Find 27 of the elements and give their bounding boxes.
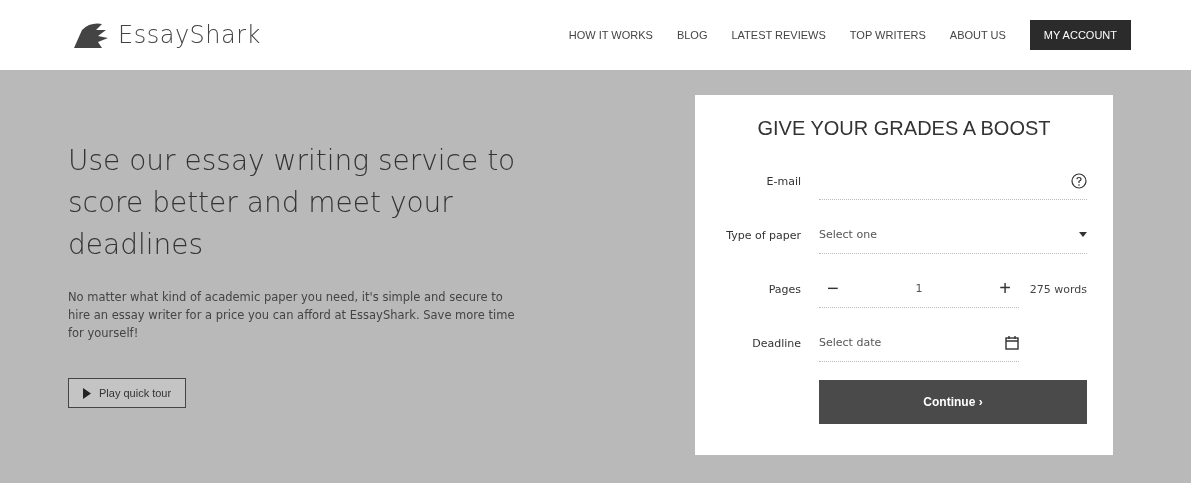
nav-link[interactable]: TOP WRITERS xyxy=(849,29,926,41)
word-count: 275 words xyxy=(1029,282,1087,296)
nav-link[interactable]: HOW IT WORKS xyxy=(568,29,653,41)
paper-type-label: Type of paper xyxy=(725,228,801,242)
play-icon xyxy=(83,387,91,399)
help-icon[interactable] xyxy=(1071,172,1087,189)
hero-heading: Use our essay writing service to score better and meet your deadlines xyxy=(68,143,517,263)
deadline-label: Deadline xyxy=(751,336,801,350)
hero-text: No matter what kind of academic paper you need, it's simple and secure to hire an essay writer for a price you can afford at EssayShark. Save more time for yourself! xyxy=(68,289,516,342)
nav-link[interactable]: ABOUT US xyxy=(949,29,1006,41)
calendar-icon xyxy=(1005,335,1019,350)
tour-button[interactable]: Play quick tour xyxy=(68,378,187,408)
shark-fin-icon xyxy=(72,22,110,48)
caret-icon xyxy=(1079,232,1087,237)
nav-link[interactable]: BLOG xyxy=(676,29,708,41)
plus-button[interactable]: + xyxy=(991,277,1019,300)
email-label: E-mail xyxy=(765,174,801,188)
paper-type-select[interactable]: Select one xyxy=(819,216,1087,254)
continue-button[interactable]: Continue › xyxy=(819,380,1087,424)
account-button[interactable]: MY ACCOUNT xyxy=(1029,20,1131,50)
pages-value[interactable]: 1 xyxy=(915,282,923,295)
pages-label: Pages xyxy=(767,282,801,296)
minus-button[interactable]: − xyxy=(819,277,847,300)
logo-text: EssayShark xyxy=(118,21,261,49)
nav-link[interactable]: LATEST REVIEWS xyxy=(731,29,826,41)
deadline-field[interactable]: Select date xyxy=(819,324,1019,362)
form-title: GIVE YOUR GRADES A BOOST xyxy=(756,117,1052,140)
